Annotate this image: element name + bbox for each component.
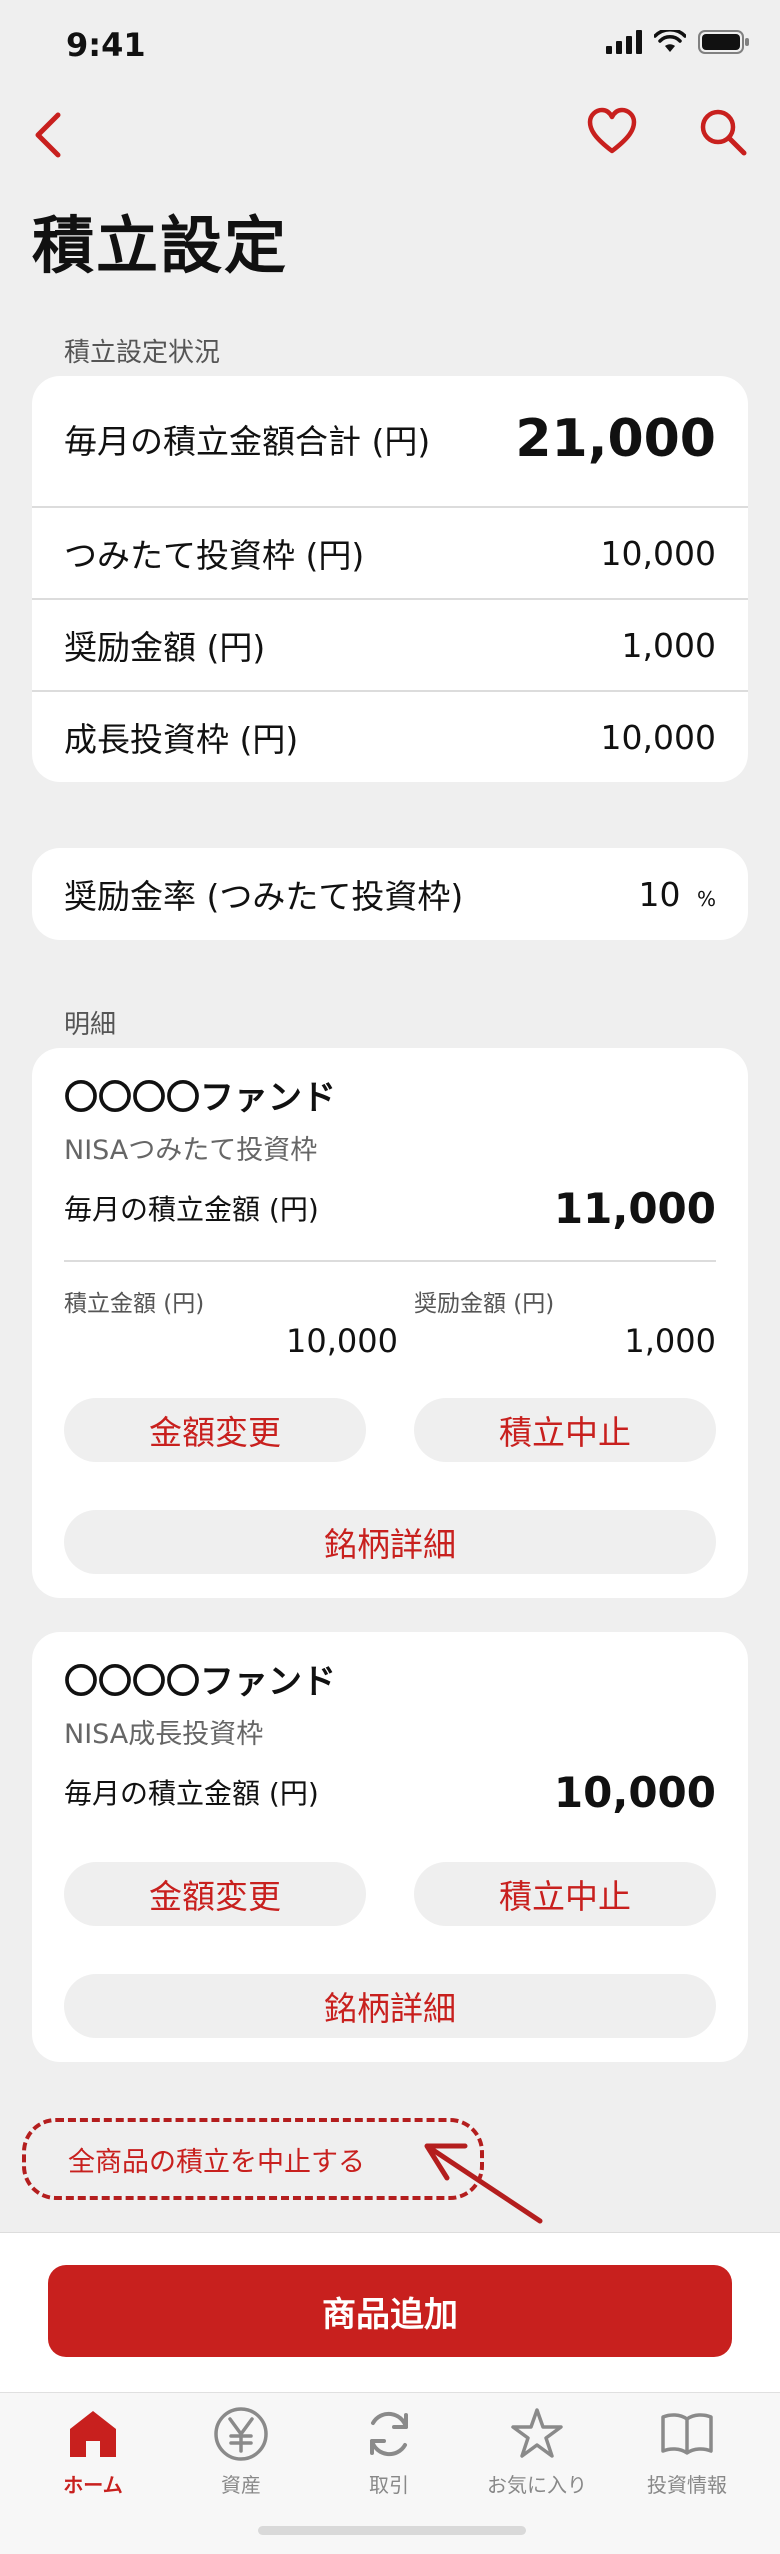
incentive-rate-card: 奨励金率 (つみたて投資枠) 10 % [32, 848, 748, 940]
details-section-label: 明細 [64, 1010, 117, 1040]
divider [64, 1260, 716, 1262]
search-icon[interactable] [696, 105, 750, 159]
wifi-icon [654, 30, 686, 52]
summary-total-value: 21,000 [515, 409, 716, 469]
summary-section-label: 積立設定状況 [64, 338, 221, 368]
tab-label: 投資情報 [647, 2473, 727, 2497]
fund-monthly-row: 毎月の積立金額 (円) 10,000 [64, 1760, 716, 1824]
home-icon [70, 2411, 116, 2457]
fund-contribution-value: 10,000 [286, 1322, 398, 1360]
fund-card: 〇〇〇〇ファンド NISAつみたて投資枠 毎月の積立金額 (円) 11,000 … [32, 1048, 748, 1598]
tab-label: ホーム [63, 2473, 123, 2497]
tab-home[interactable]: ホーム [18, 2405, 168, 2515]
tab-trade[interactable]: 取引 [314, 2405, 464, 2515]
fund-monthly-value: 10,000 [553, 1767, 716, 1817]
annotation-arrow-icon [424, 2143, 543, 2224]
status-icons [606, 30, 750, 54]
change-amount-button[interactable]: 金額変更 [64, 1862, 366, 1926]
signal-icon [606, 30, 642, 54]
fund-monthly-value: 11,000 [553, 1183, 716, 1233]
tab-investment-info[interactable]: 投資情報 [612, 2405, 762, 2515]
navigation-bar [0, 95, 780, 175]
summary-row-value: 1,000 [621, 625, 716, 665]
fund-monthly-row: 毎月の積立金額 (円) 11,000 [64, 1176, 716, 1240]
fund-incentive-label: 奨励金額 (円) [414, 1291, 555, 1317]
summary-row-value: 10,000 [600, 717, 716, 757]
status-time: 9:41 [66, 26, 146, 64]
fund-monthly-label: 毎月の積立金額 (円) [64, 1193, 319, 1226]
summary-row-incentive: 奨励金額 (円) 1,000 [64, 599, 716, 691]
summary-row-growth: 成長投資枠 (円) 10,000 [64, 691, 716, 783]
fund-card: 〇〇〇〇ファンド NISA成長投資枠 毎月の積立金額 (円) 10,000 金額… [32, 1632, 748, 2062]
star-icon [511, 2408, 563, 2458]
summary-card: 毎月の積立金額合計 (円) 21,000 つみたて投資枠 (円) 10,000 … [32, 376, 748, 782]
home-indicator [258, 2526, 526, 2535]
fund-detail-button[interactable]: 銘柄詳細 [64, 1974, 716, 2038]
tab-label: 資産 [221, 2473, 261, 2497]
tab-label: 取引 [369, 2473, 409, 2497]
yen-icon [214, 2407, 268, 2461]
summary-total-row: 毎月の積立金額合計 (円) 21,000 [64, 402, 716, 476]
incentive-rate-row: 奨励金率 (つみたて投資枠) 10 % [64, 848, 716, 940]
tab-favorites[interactable]: お気に入り [462, 2405, 612, 2515]
back-chevron-icon[interactable] [28, 107, 68, 163]
summary-total-label: 毎月の積立金額合計 (円) [64, 422, 431, 461]
page-title: 積立設定 [32, 209, 289, 282]
book-icon [661, 2413, 713, 2455]
summary-row-label: つみたて投資枠 (円) [64, 536, 365, 575]
summary-row-tsumitate: つみたて投資枠 (円) 10,000 [64, 507, 716, 599]
refresh-icon [370, 2411, 408, 2457]
change-amount-button[interactable]: 金額変更 [64, 1398, 366, 1462]
fund-monthly-label: 毎月の積立金額 (円) [64, 1777, 319, 1810]
summary-row-label: 奨励金額 (円) [64, 628, 266, 667]
summary-row-value: 10,000 [600, 533, 716, 573]
rate-unit: % [696, 886, 716, 911]
heart-icon[interactable] [585, 105, 639, 159]
fund-detail-button[interactable]: 銘柄詳細 [64, 1510, 716, 1574]
battery-icon [698, 30, 749, 54]
fund-account-type: NISA成長投資枠 [64, 1719, 264, 1750]
rate-number: 10 [638, 874, 681, 914]
bottom-action-panel: 商品追加 [0, 2232, 780, 2392]
tab-label: お気に入り [487, 2473, 587, 2497]
fund-name: 〇〇〇〇ファンド [64, 1078, 336, 1118]
fund-incentive-value: 1,000 [624, 1322, 716, 1360]
status-bar: 9:41 [0, 0, 780, 90]
fund-contribution-label: 積立金額 (円) [64, 1291, 205, 1317]
fund-account-type: NISAつみたて投資枠 [64, 1135, 318, 1166]
stop-contribution-button[interactable]: 積立中止 [414, 1398, 716, 1462]
tab-assets[interactable]: 資産 [166, 2405, 316, 2515]
add-product-button[interactable]: 商品追加 [48, 2265, 732, 2357]
incentive-rate-value: 10 % [638, 875, 716, 914]
fund-name: 〇〇〇〇ファンド [64, 1662, 336, 1702]
stop-contribution-button[interactable]: 積立中止 [414, 1862, 716, 1926]
incentive-rate-label: 奨励金率 (つみたて投資枠) [64, 877, 464, 916]
summary-row-label: 成長投資枠 (円) [64, 720, 299, 759]
